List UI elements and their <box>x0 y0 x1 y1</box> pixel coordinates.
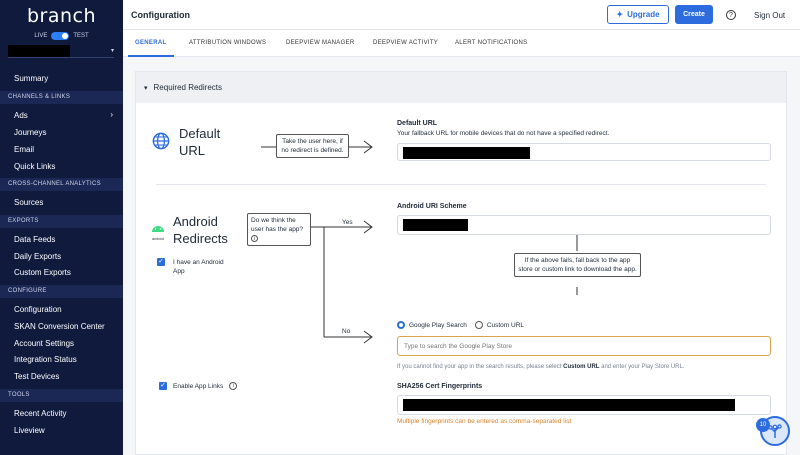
sha256-value-redacted <box>403 399 735 411</box>
fallback-bubble: If the above fails, fall back to the app… <box>514 253 641 277</box>
chevron-right-icon: › <box>110 110 113 119</box>
sidebar-item-daily-exports[interactable]: Daily Exports <box>14 252 61 261</box>
redirect-type-radio-group: Google Play Search Custom URL <box>397 321 524 329</box>
tab-deepview-manager[interactable]: DEEPVIEW MANAGER <box>286 40 354 46</box>
upgrade-button[interactable]: ✦ Upgrade <box>607 5 669 24</box>
has-app-question-bubble: Do we think the user has the app? i <box>247 213 311 246</box>
default-url-title-line2: URL <box>179 143 206 158</box>
notification-count-badge: 10 <box>756 418 770 432</box>
page-title: Configuration <box>131 10 190 20</box>
default-url-title: Default URL <box>179 125 220 159</box>
android-uri-value-redacted <box>403 219 468 231</box>
enable-app-links-label: Enable App Links <box>173 382 224 390</box>
have-android-app-checkbox[interactable]: ✓ <box>157 258 165 266</box>
globe-icon <box>152 132 170 150</box>
upgrade-label: Upgrade <box>627 10 660 19</box>
sidebar-item-data-feeds[interactable]: Data Feeds <box>14 235 55 244</box>
chevron-down-icon: ▾ <box>144 84 148 92</box>
enable-app-links-checkbox[interactable]: ✓ <box>159 382 167 390</box>
default-url-value-redacted <box>403 147 530 159</box>
environment-switch[interactable]: LIVE TEST <box>0 32 123 40</box>
sidebar-item-ads[interactable]: Ads <box>14 111 28 120</box>
sidebar-item-integration-status[interactable]: Integration Status <box>14 355 77 364</box>
search-hint-post: and enter your Play Store URL. <box>599 364 685 370</box>
info-icon[interactable]: i <box>251 235 258 242</box>
sidebar-item-sources[interactable]: Sources <box>14 198 43 207</box>
sha256-input[interactable] <box>397 395 771 415</box>
row-divider <box>156 184 766 185</box>
help-icon[interactable]: ? <box>726 10 736 20</box>
android-title-line2: Redirects <box>173 231 228 246</box>
section-configure: CONFIGURE <box>0 285 123 298</box>
custom-url-radio[interactable] <box>474 321 483 329</box>
sidebar-item-summary[interactable]: Summary <box>14 74 48 83</box>
default-url-bubble: Take the user here, if no redirect is de… <box>276 134 349 158</box>
default-url-title-line1: Default <box>179 126 221 141</box>
google-play-search-radio[interactable] <box>397 321 405 329</box>
section-title: Required Redirects <box>153 83 222 92</box>
account-name-redacted <box>8 44 70 57</box>
env-toggle[interactable] <box>51 32 70 40</box>
tab-general[interactable]: GENERAL <box>135 40 166 46</box>
section-header[interactable]: ▾ Required Redirects <box>136 72 786 103</box>
sidebar-item-account-settings[interactable]: Account Settings <box>14 339 74 348</box>
custom-url-label: Custom URL <box>486 321 525 329</box>
tab-deepview-activity[interactable]: DEEPVIEW ACTIVITY <box>373 40 438 46</box>
sidebar-item-journeys[interactable]: Journeys <box>14 128 46 137</box>
sidebar-item-liveview[interactable]: Liveview <box>14 426 45 435</box>
have-android-app-label: I have an Android App <box>173 259 224 275</box>
tab-attribution-windows[interactable]: ATTRIBUTION WINDOWS <box>189 40 266 46</box>
android-uri-label: Android URI Scheme <box>397 203 467 210</box>
section-exports: EXPORTS <box>0 215 123 228</box>
android-redirects-title: Android Redirects <box>173 213 228 247</box>
sidebar-item-test-devices[interactable]: Test Devices <box>14 372 59 381</box>
google-play-search-label: Google Play Search <box>409 321 467 329</box>
config-tabs: GENERAL ATTRIBUTION WINDOWS DEEPVIEW MAN… <box>123 30 800 57</box>
top-bar: Configuration ✦ Upgrade Create ? Sign Ou… <box>123 0 800 30</box>
active-tab-indicator <box>128 55 174 57</box>
sidebar-item-quick-links[interactable]: Quick Links <box>14 162 55 171</box>
sha256-note: Multiple fingerprints can be entered as … <box>397 418 572 425</box>
have-android-app-checkbox-row[interactable]: ✓ I have an Android App <box>157 258 231 276</box>
enable-app-links-row[interactable]: ✓ Enable App Links i <box>159 382 238 390</box>
default-url-input[interactable] <box>397 143 771 161</box>
yes-branch-label: Yes <box>342 219 353 226</box>
android-logo: android <box>149 219 167 241</box>
no-branch-label: No <box>342 328 351 335</box>
chevron-down-icon: ▾ <box>110 48 114 54</box>
android-uri-input[interactable] <box>397 215 771 235</box>
section-cross-channel: CROSS-CHANNEL ANALYTICS <box>0 178 123 191</box>
search-hint-pre: If you cannot find your app in the searc… <box>397 364 564 370</box>
default-url-label: Default URL <box>397 120 438 127</box>
branch-logo[interactable]: branch <box>0 5 123 27</box>
tab-alert-notifications[interactable]: ALERT NOTIFICATIONS <box>455 40 527 46</box>
sidebar-item-custom-exports[interactable]: Custom Exports <box>14 268 71 277</box>
sidebar-item-email[interactable]: Email <box>14 145 34 154</box>
sidebar-item-skan[interactable]: SKAN Conversion Center <box>14 322 105 331</box>
sidebar-item-configuration[interactable]: Configuration <box>14 305 62 314</box>
section-tools: TOOLS <box>0 389 123 402</box>
android-logo-text: android <box>152 237 164 241</box>
account-selector[interactable]: ▾ <box>8 44 114 58</box>
app-links-info-icon[interactable]: i <box>229 382 238 390</box>
sign-out-link[interactable]: Sign Out <box>754 11 785 20</box>
section-channels-links: CHANNELS & LINKS <box>0 91 123 104</box>
has-app-question-text: Do we think the user has the app? <box>251 217 304 233</box>
env-live-label: LIVE <box>34 33 48 39</box>
sidebar-item-recent-activity[interactable]: Recent Activity <box>14 409 66 418</box>
env-test-label: TEST <box>73 33 89 39</box>
search-hint-bold: Custom URL <box>563 364 600 370</box>
android-icon <box>152 226 164 232</box>
sha256-label: SHA256 Cert Fingerprints <box>397 383 483 390</box>
sidebar: branch LIVE TEST ▾ Summary CHANNELS & LI… <box>0 0 123 455</box>
create-button[interactable]: Create <box>675 5 713 24</box>
flow-arrows-android <box>308 220 373 344</box>
android-title-line1: Android <box>173 214 218 229</box>
default-url-desc: Your fallback URL for mobile devices tha… <box>397 130 610 137</box>
google-play-search-input[interactable] <box>397 336 771 356</box>
sparkle-icon: ✦ <box>616 10 624 19</box>
required-redirects-card: ▾ Required Redirects Default URL Take th… <box>135 71 787 455</box>
search-hint-text: If you cannot find your app in the searc… <box>397 364 685 370</box>
